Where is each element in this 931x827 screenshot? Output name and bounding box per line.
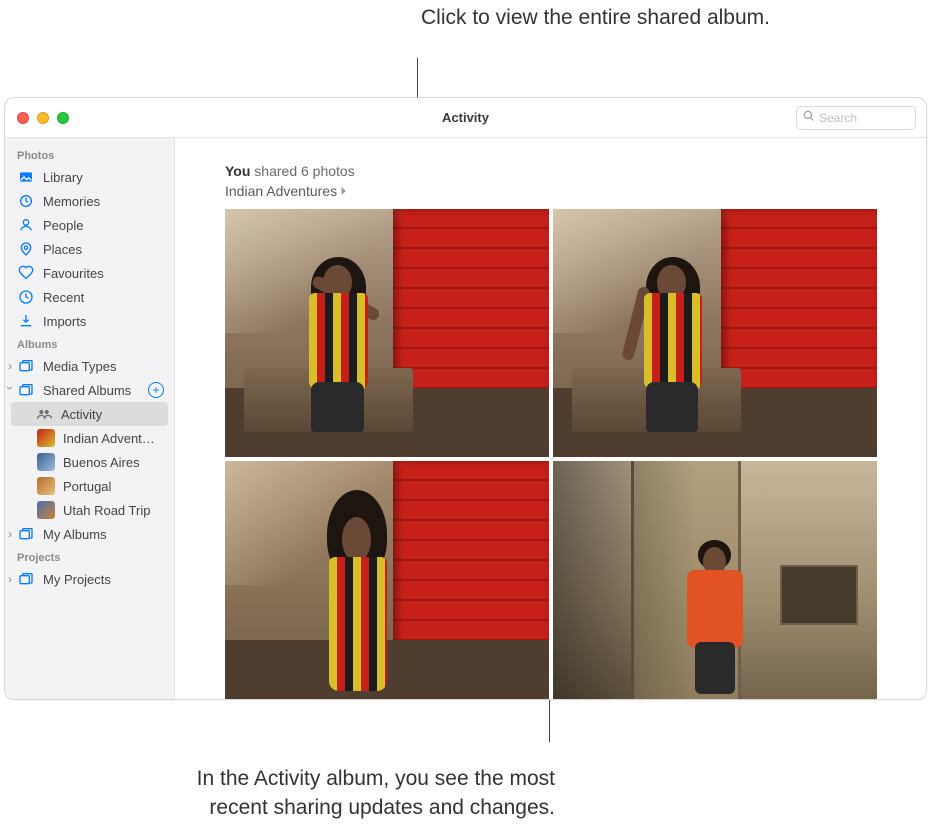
sidebar-item-label: Portugal [63,479,111,494]
window-title: Activity [5,110,926,125]
activity-header: You shared 6 photos Indian Adventures [175,138,926,209]
sidebar-item-imports[interactable]: Imports [5,309,174,333]
places-icon [17,240,35,258]
sidebar-item-buenos-aires[interactable]: Buenos Aires [5,450,174,474]
album-thumb-icon [37,429,55,447]
album-link[interactable]: Indian Adventures [225,182,926,202]
sidebar-item-label: Recent [43,290,84,305]
search-input[interactable] [819,111,927,125]
library-icon [17,168,35,186]
sidebar-item-places[interactable]: Places [5,237,174,261]
titlebar: Activity [5,98,926,138]
sidebar-item-label: Memories [43,194,100,209]
sidebar-item-favourites[interactable]: Favourites [5,261,174,285]
callout-bottom-text: In the Activity album, you see the most … [155,765,555,822]
sidebar-item-media-types[interactable]: Media Types [5,354,174,378]
sidebar-item-label: Activity [61,407,102,422]
sidebar: Photos Library Memories People Places Fa… [5,138,175,699]
people-icon [17,216,35,234]
search-field[interactable] [796,106,916,130]
sidebar-item-activity[interactable]: Activity [11,402,168,426]
photo-grid [175,209,926,699]
app-window: Activity Photos Library Memories People [4,97,927,700]
people-group-icon [35,405,53,423]
sidebar-item-utah-road-trip[interactable]: Utah Road Trip [5,498,174,522]
sidebar-item-shared-albums[interactable]: Shared Albums + [5,378,174,402]
sidebar-item-library[interactable]: Library [5,165,174,189]
sidebar-item-label: Places [43,242,82,257]
album-link-label: Indian Adventures [225,182,337,202]
activity-action-text: shared 6 photos [250,163,354,179]
sidebar-item-label: My Albums [43,527,107,542]
sidebar-item-label: Indian Advent… [63,431,155,446]
stack-icon [17,357,35,375]
clock-icon [17,288,35,306]
sidebar-item-memories[interactable]: Memories [5,189,174,213]
section-header-photos: Photos [5,144,174,165]
album-icon [17,525,35,543]
photo-thumbnail[interactable] [225,209,549,457]
photo-thumbnail[interactable] [225,461,549,699]
sidebar-item-label: Shared Albums [43,383,131,398]
sidebar-item-recent[interactable]: Recent [5,285,174,309]
section-header-projects: Projects [5,546,174,567]
sidebar-item-label: People [43,218,83,233]
sidebar-item-my-projects[interactable]: My Projects [5,567,174,591]
memories-icon [17,192,35,210]
projects-icon [17,570,35,588]
sidebar-item-label: Favourites [43,266,104,281]
sidebar-item-label: My Projects [43,572,111,587]
photo-thumbnail[interactable] [553,209,877,457]
sidebar-item-people[interactable]: People [5,213,174,237]
sidebar-item-label: Buenos Aires [63,455,140,470]
photo-thumbnail[interactable] [553,461,877,699]
shared-album-icon [17,381,35,399]
add-shared-album-button[interactable]: + [148,382,164,398]
sidebar-item-portugal[interactable]: Portugal [5,474,174,498]
sidebar-item-my-albums[interactable]: My Albums [5,522,174,546]
main-content: You shared 6 photos Indian Adventures [175,138,926,699]
album-thumb-icon [37,477,55,495]
album-thumb-icon [37,501,55,519]
download-icon [17,312,35,330]
sidebar-item-label: Media Types [43,359,116,374]
heart-icon [17,264,35,282]
section-header-albums: Albums [5,333,174,354]
sidebar-item-label: Library [43,170,83,185]
search-icon [803,109,815,127]
sidebar-item-indian-adventures[interactable]: Indian Advent… [5,426,174,450]
activity-actor: You [225,163,250,179]
callout-line-bottom [549,700,550,742]
chevron-right-icon [340,182,348,202]
callout-top-text: Click to view the entire shared album. [421,4,791,32]
sidebar-item-label: Imports [43,314,86,329]
album-thumb-icon [37,453,55,471]
sidebar-item-label: Utah Road Trip [63,503,150,518]
